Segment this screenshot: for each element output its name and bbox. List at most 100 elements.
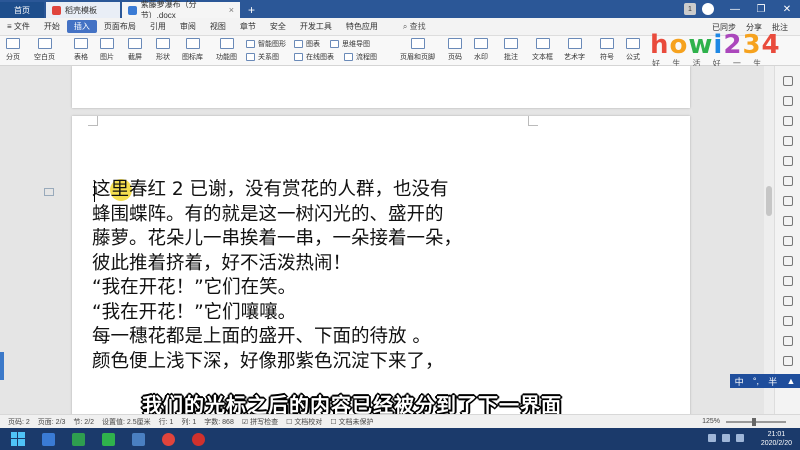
panel-icon[interactable]: [782, 76, 793, 86]
account-icon[interactable]: 1: [684, 3, 696, 15]
picture-button[interactable]: 图片: [100, 38, 114, 62]
relation-chart-button[interactable]: 关系图: [246, 52, 279, 62]
panel-icon[interactable]: [782, 336, 793, 346]
close-window-icon[interactable]: ✕: [774, 0, 800, 18]
panel-icon[interactable]: [782, 236, 793, 246]
panel-icon[interactable]: [782, 176, 793, 186]
tray-icon[interactable]: [708, 434, 716, 442]
panel-icon[interactable]: [782, 256, 793, 266]
watermark-button[interactable]: 水印: [474, 38, 488, 62]
shape-icon: [156, 38, 170, 49]
header-footer-button[interactable]: 页眉和页脚: [400, 38, 435, 62]
textbox-button[interactable]: 文本框: [532, 38, 553, 62]
online-chart-button[interactable]: 在线图表: [294, 52, 334, 62]
menu-section[interactable]: 章节: [233, 18, 263, 36]
logo-letter: h: [650, 30, 670, 60]
panel-icon[interactable]: [782, 96, 793, 106]
menu-layout[interactable]: 页面布局: [97, 18, 143, 36]
vertical-scrollbar[interactable]: [764, 66, 774, 414]
table-button[interactable]: 表格: [74, 38, 88, 62]
tray-icon[interactable]: [722, 434, 730, 442]
annotation-button[interactable]: 批注: [504, 38, 518, 62]
panel-icon[interactable]: [782, 156, 793, 166]
ime-punct-icon: °,: [752, 376, 759, 386]
status-page[interactable]: 页码: 2: [8, 417, 30, 427]
zoom-level[interactable]: 125%: [702, 418, 720, 425]
function-chart-button[interactable]: 功能图: [216, 38, 237, 62]
document-area[interactable]: 这里春红 2 已谢，没有赏花的人群，也没有 蜂围蝶阵。有的就是这一树闪光的、盛开…: [0, 66, 764, 414]
spell-check[interactable]: ☑ 拼写检查: [242, 417, 278, 427]
annotation-label: 批注: [504, 54, 518, 61]
howi-logo: howi234: [650, 30, 781, 60]
tab-template[interactable]: 稻壳模板: [46, 2, 120, 18]
mindmap-button[interactable]: 思维导图: [330, 39, 370, 49]
function-chart-label: 功能图: [216, 54, 237, 61]
panel-icon[interactable]: [782, 296, 793, 306]
status-words[interactable]: 字数: 868: [204, 417, 234, 427]
tray-icon[interactable]: [736, 434, 744, 442]
doc-proof[interactable]: ☐ 文档校对: [286, 417, 322, 427]
panel-icon[interactable]: [782, 216, 793, 226]
panel-icon[interactable]: [782, 316, 793, 326]
menu-view[interactable]: 视图: [203, 18, 233, 36]
taskbar-app[interactable]: [96, 430, 120, 448]
menu-features[interactable]: 特色应用: [339, 18, 385, 36]
smart-graphic-label: 智能图形: [258, 41, 286, 48]
tab-document[interactable]: 紫藤萝瀑布（分节）.docx ×: [122, 0, 240, 20]
scissors-icon: [128, 38, 142, 49]
taskbar-app[interactable]: [126, 430, 150, 448]
icon-library-button[interactable]: 图标库: [182, 38, 203, 62]
chrome-icon: [161, 432, 175, 446]
tab-home[interactable]: 首页: [0, 2, 44, 18]
window-controls: — ❐ ✕: [722, 0, 800, 18]
panel-icon[interactable]: [782, 116, 793, 126]
panel-icon[interactable]: [782, 196, 793, 206]
menu-start[interactable]: 开始: [37, 18, 67, 36]
chart-button[interactable]: 图表: [294, 39, 320, 49]
margin-corner-right: [528, 116, 538, 126]
tab-template-label: 稻壳模板: [65, 5, 97, 15]
formula-button[interactable]: 公式: [626, 38, 640, 62]
avatar[interactable]: [702, 3, 714, 15]
page-break-button[interactable]: 分页: [6, 38, 20, 62]
panel-icon[interactable]: [782, 356, 793, 366]
start-button[interactable]: [6, 430, 30, 448]
left-slider[interactable]: [0, 352, 4, 380]
new-tab-button[interactable]: +: [242, 2, 261, 18]
taskbar-app[interactable]: [186, 430, 210, 448]
menu-review[interactable]: 审阅: [173, 18, 203, 36]
menu-insert[interactable]: 插入: [66, 20, 97, 33]
zoom-slider-knob[interactable]: [752, 418, 756, 426]
blank-page-button[interactable]: 空白页: [34, 38, 55, 62]
panel-icon[interactable]: [782, 276, 793, 286]
document-text[interactable]: 这里春红 2 已谢，没有赏花的人群，也没有 蜂围蝶阵。有的就是这一树闪光的、盛开…: [92, 178, 552, 374]
menu-developer[interactable]: 开发工具: [293, 18, 339, 36]
maximize-icon[interactable]: ❐: [748, 0, 774, 18]
wordart-button[interactable]: 艺术字: [564, 38, 585, 62]
taskbar-app[interactable]: [156, 430, 180, 448]
ime-indicator[interactable]: 中 °, 半 ▲: [730, 374, 800, 388]
minimize-icon[interactable]: —: [722, 0, 748, 18]
smart-graphic-button[interactable]: 智能图形: [246, 39, 286, 49]
relation-chart-label: 关系图: [258, 54, 279, 61]
screenshot-button[interactable]: 截屏: [128, 38, 142, 62]
clock[interactable]: 21:01 2020/2/20: [761, 430, 792, 448]
menu-file[interactable]: ≡ 文件: [0, 18, 37, 36]
menu-references[interactable]: 引用: [143, 18, 173, 36]
paragraph-icon[interactable]: [44, 188, 54, 196]
search-box[interactable]: ⌕ 查找: [403, 21, 426, 32]
flowchart-button[interactable]: 流程图: [344, 52, 377, 62]
scrollbar-thumb[interactable]: [766, 186, 772, 216]
zoom-slider[interactable]: [726, 421, 786, 423]
taskbar-app[interactable]: [36, 430, 60, 448]
tab-home-label: 首页: [14, 5, 30, 15]
doc-protect[interactable]: ☐ 文档未保护: [330, 417, 373, 427]
shape-button[interactable]: 形状: [156, 38, 170, 62]
taskbar-app[interactable]: [66, 430, 90, 448]
panel-icon[interactable]: [782, 136, 793, 146]
doc-proof-label: 文档校对: [294, 418, 323, 426]
page-number-button[interactable]: 页码: [448, 38, 462, 62]
symbol-button[interactable]: 符号: [600, 38, 614, 62]
menu-security[interactable]: 安全: [263, 18, 293, 36]
close-icon[interactable]: ×: [229, 5, 234, 15]
